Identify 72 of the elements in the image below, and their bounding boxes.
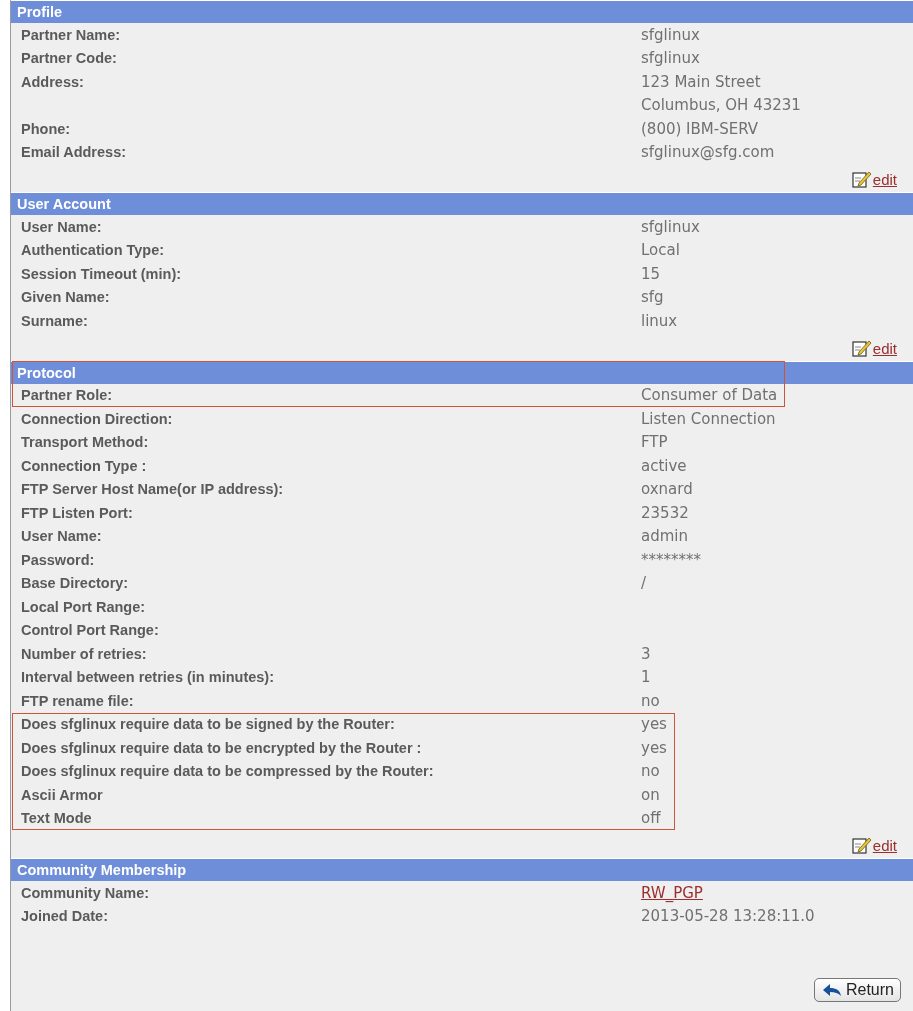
field-label: Connection Type : [21,457,148,474]
field-label: Surname: [21,312,89,329]
field-value: 23532 [641,503,689,522]
edit-link[interactable]: edit [872,171,897,188]
field-value: Columbus, OH 43231 [641,96,801,115]
field-label: FTP Listen Port: [21,504,134,521]
field-label: Does sfglinux require data to be encrypted by the Router : [21,739,423,756]
field-label: Control Port Range: [21,622,160,639]
field-label: Text Mode [21,810,93,827]
field-label: Email Address: [21,144,128,161]
field-value: 123 Main Street [641,72,761,91]
field-value: no [641,691,660,710]
return-button[interactable]: Return [813,978,901,1002]
field-value: (800) IBM-SERV [641,119,759,138]
field-value: off [641,809,661,828]
field-value: admin [641,527,688,546]
community-link[interactable]: RW_PGP [641,883,703,902]
field-value: sfglinux [641,25,700,44]
field-label: Does sfglinux require data to be signed by the Router: [21,716,396,733]
field-value: no [641,762,660,781]
field-label: Authentication Type: [21,242,166,259]
field-label: User Name: [21,218,103,235]
field-label: Address: [21,73,85,90]
field-value: sfglinux [641,49,700,68]
field-label: Local Port Range: [21,598,147,615]
field-label: Does sfglinux require data to be compressed by the Router: [21,763,435,780]
field-label: Password: [21,551,96,568]
field-value: linux [641,311,678,330]
field-value: ******** [641,550,701,569]
field-label: Ascii Armor [21,786,104,803]
edit-icon[interactable] [851,170,872,188]
field-value: / [641,574,647,593]
field-value: sfglinux@sfg.com [641,143,775,162]
edit-icon[interactable] [851,338,872,357]
field-value: sfg [641,288,664,307]
field-value: on [641,785,660,804]
field-label: Connection Direction: [21,410,174,427]
section-header: Profile [11,0,913,23]
section-header: User Account [11,192,913,215]
field-label: Given Name: [21,289,111,306]
field-label: Session Timeout (min): [21,265,183,282]
field-value: oxnard [641,480,693,499]
field-label: Number of retries: [21,645,148,662]
field-value: 3 [641,644,651,663]
field-value: yes [641,738,667,757]
field-label: Transport Method: [21,434,150,451]
field-value: yes [641,715,667,734]
field-label: Partner Code: [21,50,118,67]
field-value: 1 [641,668,651,687]
field-value: 2013-05-28 13:28:11.0 [641,907,815,926]
field-value: Listen Connection [641,409,776,428]
field-value: sfglinux [641,217,700,236]
field-label: Community Name: [21,884,151,901]
edit-icon[interactable] [851,836,872,854]
section-header: Community Membership [11,858,913,881]
field-value: FTP [641,433,668,452]
field-value: active [641,456,687,475]
field-value: 15 [641,264,661,283]
field-value: Consumer of Data [641,386,778,405]
edit-link[interactable]: edit [872,339,897,357]
field-label: Phone: [21,120,72,137]
field-label: User Name: [21,528,103,545]
section-header: Protocol [11,360,913,384]
field-label: Partner Role: [21,387,114,404]
field-label: FTP Server Host Name(or IP address): [21,481,285,498]
edit-link[interactable]: edit [872,837,897,854]
field-label: Joined Date: [21,908,109,925]
field-value: Local [641,241,680,260]
field-label: FTP rename file: [21,692,135,709]
field-label: Base Directory: [21,575,130,592]
field-label: Partner Name: [21,26,122,43]
field-label: Interval between retries (in minutes): [21,669,275,686]
